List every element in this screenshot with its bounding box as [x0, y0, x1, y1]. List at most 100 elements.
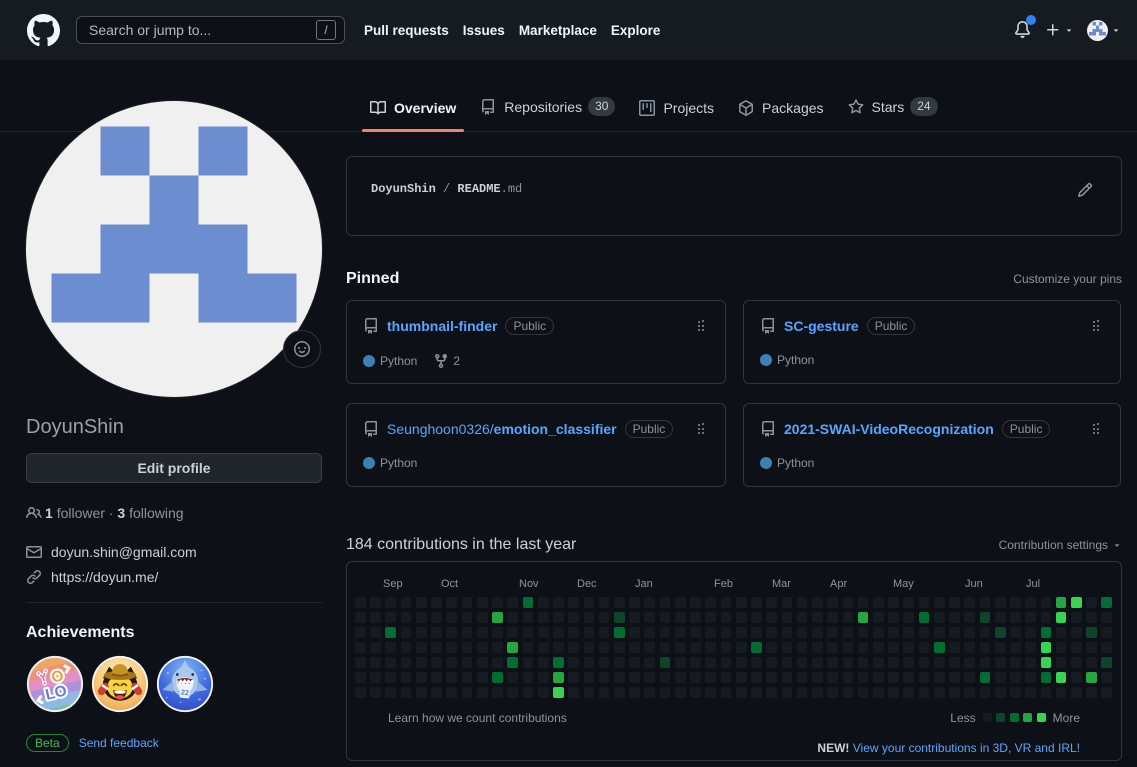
- create-new-button[interactable]: [1045, 22, 1074, 38]
- contribution-day[interactable]: [827, 597, 838, 608]
- contribution-day[interactable]: [446, 687, 457, 698]
- contribution-day[interactable]: [1025, 657, 1036, 668]
- contribution-day[interactable]: [538, 597, 549, 608]
- contribution-day[interactable]: [446, 657, 457, 668]
- contribution-day[interactable]: [538, 657, 549, 668]
- contribution-day[interactable]: [766, 612, 777, 623]
- followers-link[interactable]: 1 follower · 3 following: [26, 505, 322, 521]
- contribution-day[interactable]: [431, 672, 442, 683]
- contribution-day[interactable]: [995, 597, 1006, 608]
- contribution-day[interactable]: [934, 687, 945, 698]
- contribution-day[interactable]: [477, 612, 488, 623]
- contribution-day[interactable]: [614, 597, 625, 608]
- contribution-day[interactable]: [949, 642, 960, 653]
- contribution-day[interactable]: [888, 612, 899, 623]
- contribution-day[interactable]: [446, 642, 457, 653]
- contribution-day[interactable]: [705, 657, 716, 668]
- contribution-day[interactable]: [614, 672, 625, 683]
- contribution-day[interactable]: [1056, 672, 1067, 683]
- contribution-day[interactable]: [477, 687, 488, 698]
- contribution-day[interactable]: [903, 597, 914, 608]
- contribution-day[interactable]: [431, 627, 442, 638]
- contribution-day[interactable]: [964, 612, 975, 623]
- contribution-day[interactable]: [980, 657, 991, 668]
- contribution-day[interactable]: [416, 657, 427, 668]
- contribution-day[interactable]: [629, 642, 640, 653]
- contribution-day[interactable]: [568, 657, 579, 668]
- contribution-day[interactable]: [675, 642, 686, 653]
- contribution-day[interactable]: [736, 612, 747, 623]
- contribution-day[interactable]: [1041, 672, 1052, 683]
- contribution-day[interactable]: [1041, 597, 1052, 608]
- contribution-day[interactable]: [507, 597, 518, 608]
- contribution-day[interactable]: [995, 687, 1006, 698]
- contribution-day[interactable]: [690, 657, 701, 668]
- contribution-day[interactable]: [934, 672, 945, 683]
- contribution-day[interactable]: [675, 672, 686, 683]
- contribution-day[interactable]: [964, 627, 975, 638]
- contribution-day[interactable]: [919, 597, 930, 608]
- contribution-day[interactable]: [477, 672, 488, 683]
- contribution-day[interactable]: [858, 672, 869, 683]
- contribution-day[interactable]: [401, 672, 412, 683]
- contribution-day[interactable]: [995, 657, 1006, 668]
- contribution-day[interactable]: [1041, 687, 1052, 698]
- contribution-day[interactable]: [401, 627, 412, 638]
- contribution-day[interactable]: [523, 657, 534, 668]
- contribution-day[interactable]: [995, 672, 1006, 683]
- contribution-day[interactable]: [568, 612, 579, 623]
- contribution-day[interactable]: [721, 672, 732, 683]
- contribution-day[interactable]: [858, 612, 869, 623]
- contribution-day[interactable]: [644, 627, 655, 638]
- contribution-day[interactable]: [584, 687, 595, 698]
- contribution-day[interactable]: [401, 642, 412, 653]
- contribution-day[interactable]: [644, 597, 655, 608]
- contribution-day[interactable]: [995, 627, 1006, 638]
- contribution-day[interactable]: [949, 657, 960, 668]
- contribution-day[interactable]: [492, 612, 503, 623]
- contribution-day[interactable]: [1025, 687, 1036, 698]
- contribution-day[interactable]: [1071, 627, 1082, 638]
- contribution-day[interactable]: [492, 672, 503, 683]
- contribution-day[interactable]: [614, 657, 625, 668]
- contribution-day[interactable]: [690, 612, 701, 623]
- contribution-day[interactable]: [782, 672, 793, 683]
- contribution-day[interactable]: [782, 627, 793, 638]
- contribution-day[interactable]: [888, 627, 899, 638]
- contribution-day[interactable]: [1101, 672, 1112, 683]
- contribution-day[interactable]: [660, 642, 671, 653]
- notifications-button[interactable]: [1014, 21, 1032, 39]
- contribution-day[interactable]: [843, 627, 854, 638]
- contribution-day[interactable]: [843, 657, 854, 668]
- contribution-day[interactable]: [903, 672, 914, 683]
- contribution-day[interactable]: [873, 672, 884, 683]
- contribution-day[interactable]: [705, 672, 716, 683]
- contribution-day[interactable]: [355, 642, 366, 653]
- contribution-day[interactable]: [385, 642, 396, 653]
- contribution-day[interactable]: [523, 597, 534, 608]
- contribution-day[interactable]: [568, 597, 579, 608]
- contribution-day[interactable]: [629, 627, 640, 638]
- contribution-day[interactable]: [1071, 612, 1082, 623]
- learn-contributions-link[interactable]: Learn how we count contributions: [388, 711, 567, 725]
- contribution-day[interactable]: [1086, 687, 1097, 698]
- contribution-day[interactable]: [507, 672, 518, 683]
- contribution-day[interactable]: [538, 642, 549, 653]
- contribution-day[interactable]: [873, 627, 884, 638]
- contribution-day[interactable]: [964, 672, 975, 683]
- contribution-day[interactable]: [1086, 597, 1097, 608]
- contribution-day[interactable]: [812, 597, 823, 608]
- nav-item-pull-requests[interactable]: Pull requests: [364, 23, 449, 38]
- contribution-day[interactable]: [523, 627, 534, 638]
- contribution-day[interactable]: [644, 672, 655, 683]
- contribution-day[interactable]: [964, 642, 975, 653]
- edit-readme-button[interactable]: [1077, 182, 1093, 198]
- contribution-day[interactable]: [1101, 612, 1112, 623]
- contribution-day[interactable]: [903, 627, 914, 638]
- contribution-day[interactable]: [1101, 687, 1112, 698]
- contribution-day[interactable]: [660, 687, 671, 698]
- contribution-day[interactable]: [492, 597, 503, 608]
- contribution-day[interactable]: [721, 642, 732, 653]
- contribution-day[interactable]: [553, 672, 564, 683]
- contribution-day[interactable]: [431, 687, 442, 698]
